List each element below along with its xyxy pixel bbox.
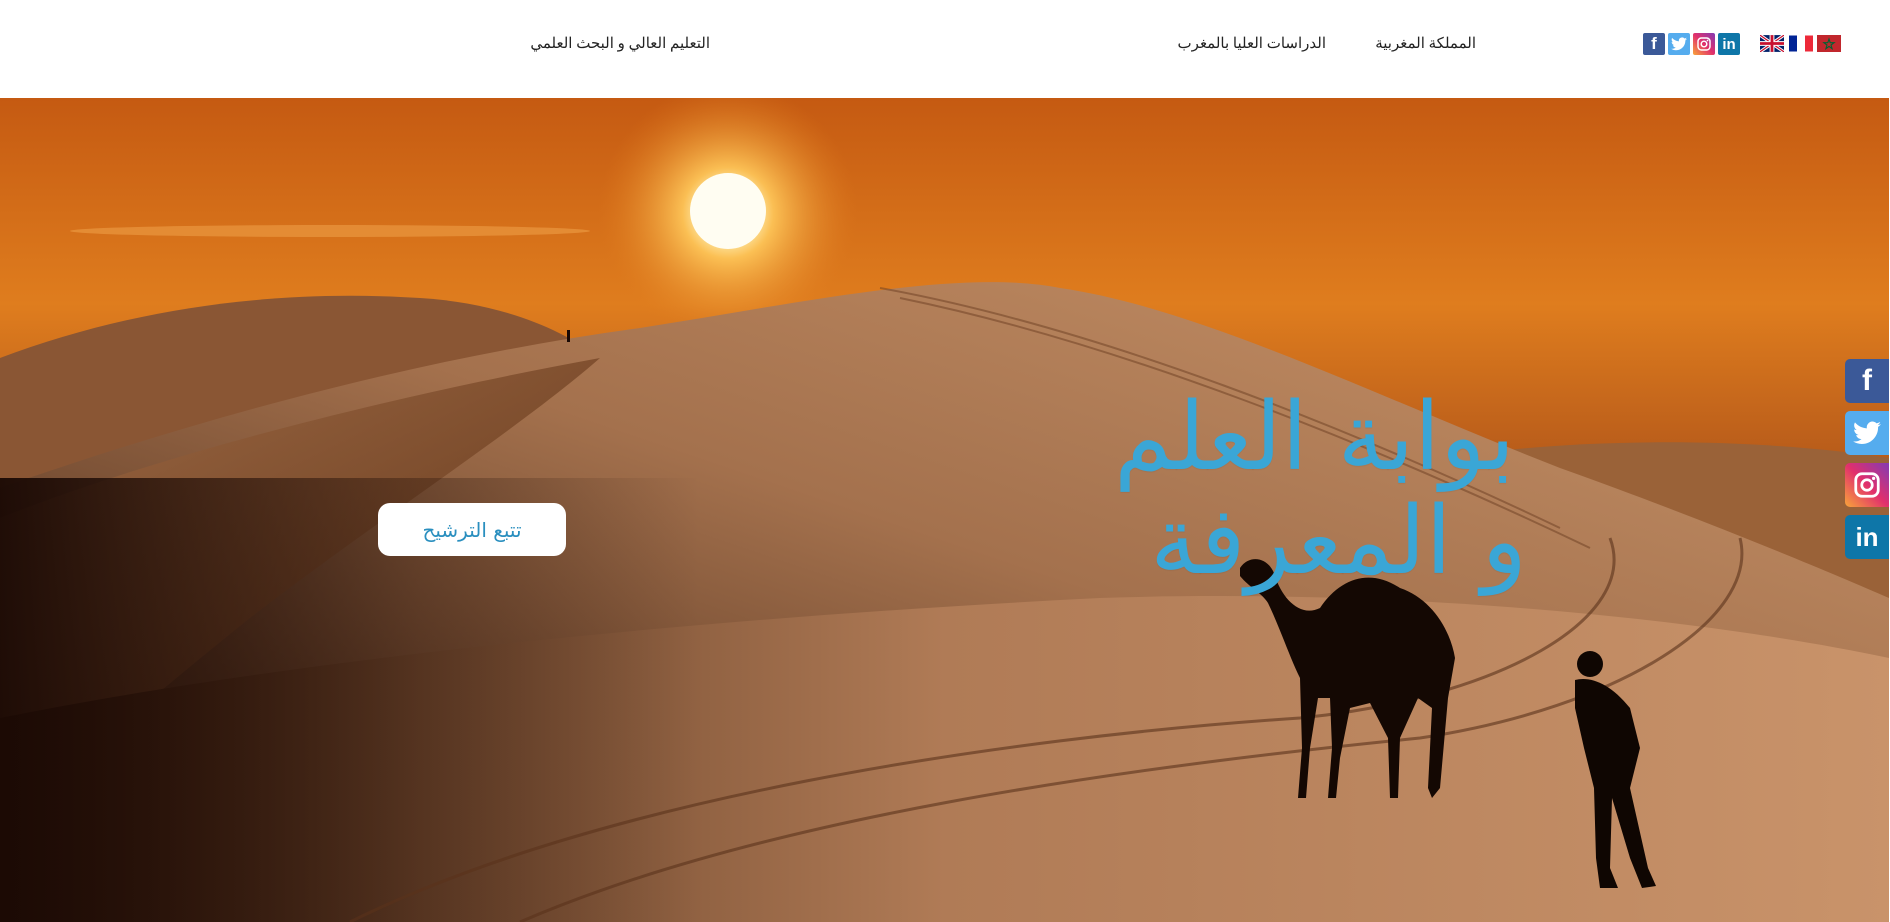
site-header: التعليم العالي و البحث العلمي المملكة ال… xyxy=(0,0,1890,98)
instagram-icon[interactable] xyxy=(1693,33,1715,55)
hero-title-line1: بوابة العلم xyxy=(1113,383,1515,492)
desert-sunset-image xyxy=(0,98,1889,922)
hero-title: بوابة العلم و المعرفة xyxy=(1113,383,1526,594)
nav-link-graduate-studies[interactable]: الدراسات العليا بالمغرب xyxy=(1178,34,1326,53)
linkedin-icon[interactable]: in xyxy=(1718,33,1740,55)
english-flag-icon[interactable] xyxy=(1760,35,1784,52)
morocco-flag-icon[interactable] xyxy=(1817,35,1841,52)
nav-link-higher-education[interactable]: التعليم العالي و البحث العلمي xyxy=(530,34,710,53)
side-facebook-icon[interactable]: f xyxy=(1845,359,1889,403)
hero-banner: بوابة العلم و المعرفة تتبع الترشيح f in xyxy=(0,98,1889,922)
nav-link-kingdom-of-morocco[interactable]: المملكة المغربية xyxy=(1375,34,1476,53)
side-linkedin-icon[interactable]: in xyxy=(1845,515,1889,559)
facebook-icon[interactable]: f xyxy=(1643,33,1665,55)
side-twitter-icon[interactable] xyxy=(1845,411,1889,455)
side-instagram-icon[interactable] xyxy=(1845,463,1889,507)
twitter-icon[interactable] xyxy=(1668,33,1690,55)
hero-title-line2: و المعرفة xyxy=(1150,487,1527,596)
french-flag-icon[interactable] xyxy=(1789,35,1813,52)
track-application-button[interactable]: تتبع الترشيح xyxy=(378,503,566,556)
